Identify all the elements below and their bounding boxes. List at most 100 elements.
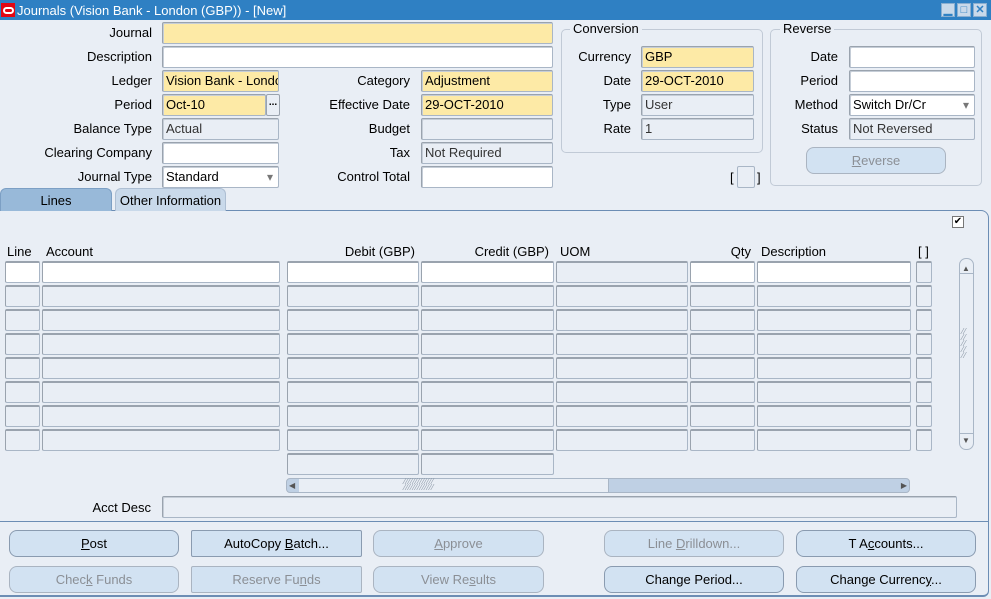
conversion-group-title: Conversion	[570, 22, 642, 36]
tab-other-information[interactable]: Other Information	[115, 188, 226, 211]
descriptive-flexfield[interactable]	[737, 166, 755, 188]
line-description-cell[interactable]	[757, 309, 911, 331]
change-period-button[interactable]: Change Period...	[604, 566, 784, 593]
line-description-cell[interactable]	[757, 405, 911, 427]
reserve-funds-button[interactable]: Reserve Funds	[191, 566, 362, 593]
journal-type-dropdown[interactable]: Standard	[162, 166, 279, 188]
line-description-cell[interactable]	[757, 381, 911, 403]
line-qty-cell[interactable]	[690, 309, 755, 331]
line-account-cell[interactable]	[42, 405, 280, 427]
line-account-cell[interactable]	[42, 357, 280, 379]
post-button[interactable]: Post	[9, 530, 179, 557]
scroll-up-icon[interactable]: ▲	[962, 264, 970, 273]
line-dff-cell[interactable]	[916, 429, 932, 451]
reverse-method-dropdown[interactable]: Switch Dr/Cr	[849, 94, 975, 116]
line-description-cell[interactable]	[757, 261, 911, 283]
maximize-icon[interactable]: □	[957, 3, 971, 17]
line-account-cell[interactable]	[42, 261, 280, 283]
line-credit-cell[interactable]	[421, 285, 554, 307]
line-debit-cell[interactable]	[287, 429, 419, 451]
line-credit-cell[interactable]	[421, 261, 554, 283]
vertical-scrollbar[interactable]: ▲ ⁄⁄ ⁄⁄ ⁄⁄ ⁄⁄ ⁄⁄ ▼	[959, 258, 974, 450]
line-qty-cell[interactable]	[690, 357, 755, 379]
line-description-cell[interactable]	[757, 357, 911, 379]
horizontal-scroll-thumb[interactable]: ⁄⁄⁄⁄⁄⁄⁄⁄⁄⁄⁄⁄⁄ ⁄⁄⁄⁄⁄⁄⁄⁄⁄⁄⁄⁄⁄	[299, 478, 609, 492]
line-credit-cell[interactable]	[421, 405, 554, 427]
line-credit-cell[interactable]	[421, 429, 554, 451]
line-debit-cell[interactable]	[287, 261, 419, 283]
line-description-cell[interactable]	[757, 429, 911, 451]
change-currency-button[interactable]: Change Currency...	[796, 566, 976, 593]
line-dff-cell[interactable]	[916, 333, 932, 355]
currency-field[interactable]: GBP	[641, 46, 754, 68]
line-dff-cell[interactable]	[916, 357, 932, 379]
tab-lines[interactable]: Lines	[0, 188, 112, 211]
line-line-cell[interactable]	[5, 429, 40, 451]
line-debit-cell[interactable]	[287, 405, 419, 427]
approve-button[interactable]: Approve	[373, 530, 544, 557]
reverse-period-field[interactable]	[849, 70, 975, 92]
description-field[interactable]	[162, 46, 553, 68]
line-account-cell[interactable]	[42, 285, 280, 307]
lines-checkbox[interactable]: ✔	[952, 216, 964, 228]
close-icon[interactable]: ✕	[973, 3, 987, 17]
line-line-cell[interactable]	[5, 333, 40, 355]
line-credit-cell[interactable]	[421, 357, 554, 379]
line-qty-cell[interactable]	[690, 261, 755, 283]
line-account-cell[interactable]	[42, 381, 280, 403]
line-qty-cell[interactable]	[690, 381, 755, 403]
period-lov-button[interactable]: ...	[266, 94, 280, 116]
line-line-cell[interactable]	[5, 261, 40, 283]
t-accounts-button[interactable]: T Accounts...	[796, 530, 976, 557]
line-dff-cell[interactable]	[916, 285, 932, 307]
autocopy-batch-button[interactable]: AutoCopy Batch...	[191, 530, 362, 557]
scroll-down-icon[interactable]: ▼	[962, 436, 970, 445]
scroll-left-icon[interactable]: ◀	[289, 479, 295, 492]
line-uom-cell	[556, 309, 688, 331]
line-credit-cell[interactable]	[421, 333, 554, 355]
conversion-date-field[interactable]: 29-OCT-2010	[641, 70, 754, 92]
line-debit-cell[interactable]	[287, 333, 419, 355]
minimize-icon[interactable]: ▁	[941, 3, 955, 17]
effective-date-field[interactable]: 29-OCT-2010	[421, 94, 553, 116]
line-description-cell[interactable]	[757, 285, 911, 307]
line-dff-cell[interactable]	[916, 381, 932, 403]
reverse-button[interactable]: Reverse	[806, 147, 946, 174]
line-drilldown-button[interactable]: Line Drilldown...	[604, 530, 784, 557]
category-field[interactable]: Adjustment	[421, 70, 553, 92]
reverse-date-field[interactable]	[849, 46, 975, 68]
line-credit-cell[interactable]	[421, 381, 554, 403]
check-funds-button[interactable]: Check Funds	[9, 566, 179, 593]
line-account-cell[interactable]	[42, 309, 280, 331]
column-header-description: Description	[761, 244, 827, 259]
line-line-cell[interactable]	[5, 309, 40, 331]
period-field[interactable]: Oct-10	[162, 94, 266, 116]
vertical-scroll-grip-icon[interactable]: ⁄⁄ ⁄⁄ ⁄⁄ ⁄⁄ ⁄⁄	[962, 328, 967, 360]
clearing-company-field[interactable]	[162, 142, 279, 164]
line-debit-cell[interactable]	[287, 309, 419, 331]
line-credit-cell[interactable]	[421, 309, 554, 331]
ledger-field[interactable]: Vision Bank - Londo	[162, 70, 279, 92]
line-dff-cell[interactable]	[916, 405, 932, 427]
view-results-button[interactable]: View Results	[373, 566, 544, 593]
horizontal-scrollbar[interactable]: ◀ ⁄⁄⁄⁄⁄⁄⁄⁄⁄⁄⁄⁄⁄ ⁄⁄⁄⁄⁄⁄⁄⁄⁄⁄⁄⁄⁄ ▶	[286, 478, 910, 493]
line-debit-cell[interactable]	[287, 357, 419, 379]
journal-field[interactable]	[162, 22, 553, 44]
control-total-field[interactable]	[421, 166, 553, 188]
line-line-cell[interactable]	[5, 405, 40, 427]
scroll-right-icon[interactable]: ▶	[901, 479, 907, 492]
line-qty-cell[interactable]	[690, 429, 755, 451]
line-dff-cell[interactable]	[916, 261, 932, 283]
line-account-cell[interactable]	[42, 429, 280, 451]
line-line-cell[interactable]	[5, 357, 40, 379]
line-account-cell[interactable]	[42, 333, 280, 355]
line-line-cell[interactable]	[5, 285, 40, 307]
line-dff-cell[interactable]	[916, 309, 932, 331]
line-debit-cell[interactable]	[287, 381, 419, 403]
line-qty-cell[interactable]	[690, 285, 755, 307]
line-debit-cell[interactable]	[287, 285, 419, 307]
line-qty-cell[interactable]	[690, 333, 755, 355]
line-line-cell[interactable]	[5, 381, 40, 403]
line-qty-cell[interactable]	[690, 405, 755, 427]
line-description-cell[interactable]	[757, 333, 911, 355]
